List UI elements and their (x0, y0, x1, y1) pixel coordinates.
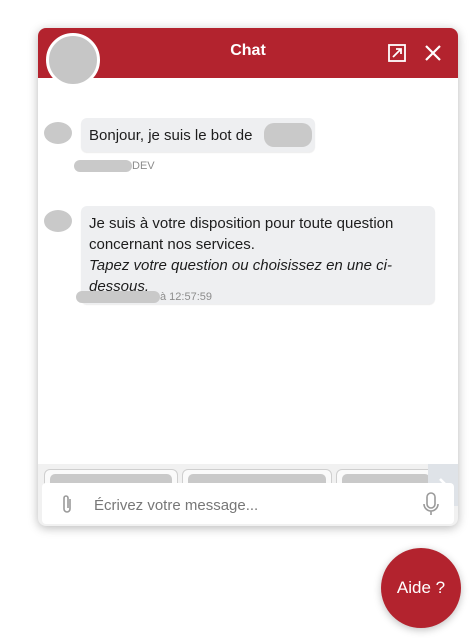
bot-avatar (44, 210, 72, 232)
bot-message-bubble: Je suis à votre disposition pour toute q… (81, 206, 435, 304)
message-text: Bonjour, je suis le bot de (89, 127, 253, 144)
bot-profile-avatar (46, 33, 100, 87)
message-line: Je suis à votre disposition pour toute q… (89, 215, 394, 232)
message-meta: à 12:57:59 (76, 291, 212, 304)
bot-avatar (44, 122, 72, 144)
redacted-sender (76, 291, 160, 304)
redacted-sender (74, 160, 132, 173)
microphone-icon[interactable] (422, 491, 440, 517)
composer (42, 483, 454, 524)
close-icon[interactable] (421, 41, 445, 65)
message-line: concernant nos services. (89, 236, 255, 253)
message-list[interactable]: Bonjour, je suis le bot de DEV Je suis à… (38, 78, 458, 464)
help-button-label: Aide ? (396, 578, 446, 597)
message-line-italic: Tapez votre question ou choisissez en un… (89, 257, 392, 274)
help-button[interactable]: Aide ? (381, 548, 461, 628)
chat-header: Chat (38, 28, 458, 78)
message-meta-text: à 12:57:59 (160, 291, 212, 303)
redacted-name (264, 123, 312, 147)
message-input[interactable] (92, 491, 396, 519)
paperclip-icon[interactable] (58, 493, 76, 515)
message-meta: DEV (74, 160, 155, 173)
chat-widget: Chat Bonjour, je suis le bot de DEV Je s… (38, 28, 458, 526)
expand-icon[interactable] (385, 41, 409, 65)
message-meta-text: DEV (132, 160, 155, 172)
bot-message-bubble: Bonjour, je suis le bot de (81, 118, 315, 152)
